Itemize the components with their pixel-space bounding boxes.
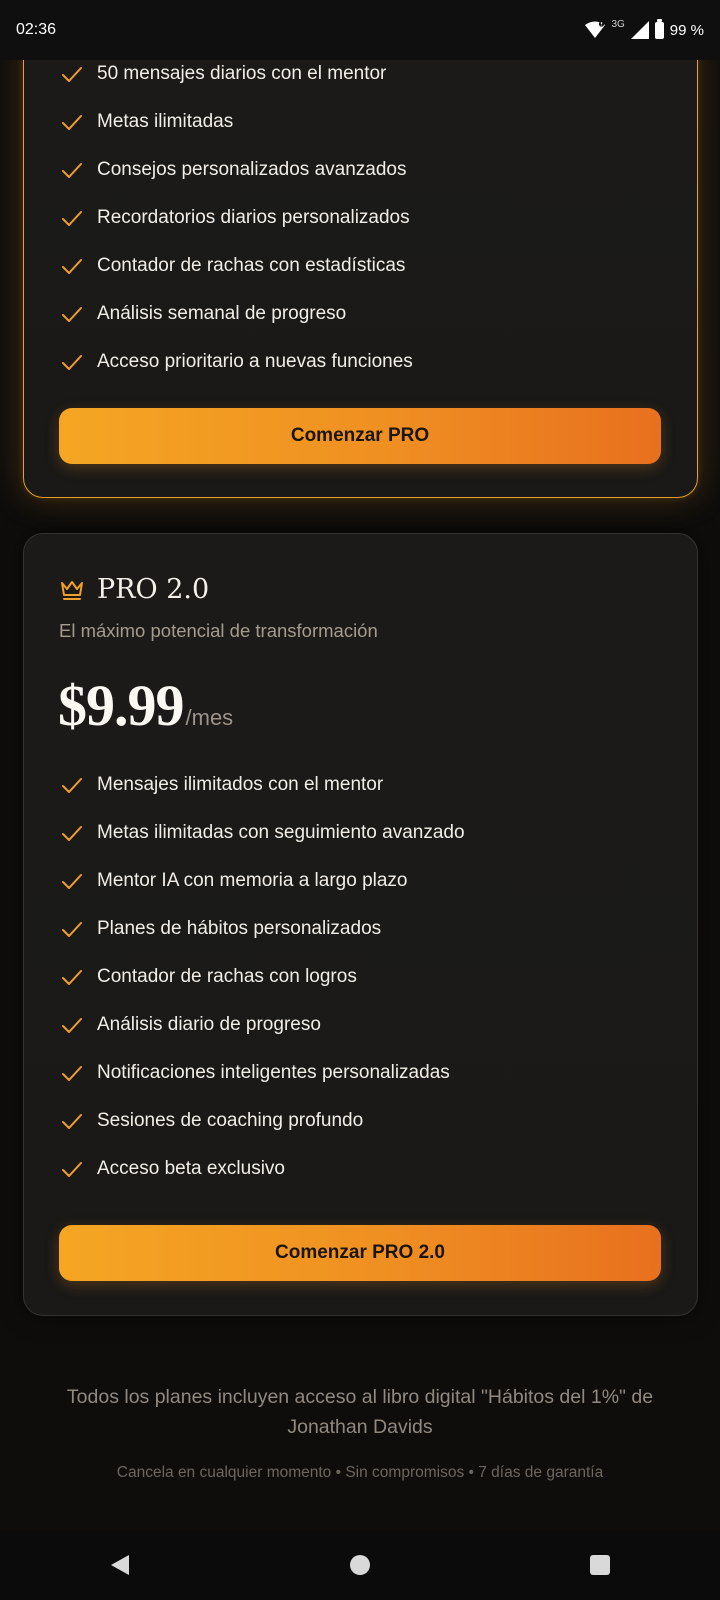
home-circle-icon xyxy=(350,1555,370,1575)
system-nav-bar xyxy=(0,1530,720,1600)
status-icons: 3G 99 % xyxy=(585,18,704,39)
feature-item: Metas ilimitadas xyxy=(60,98,413,146)
feature-item: Sesiones de coaching profundo xyxy=(60,1097,465,1145)
feature-label: Contador de rachas con estadísticas xyxy=(97,255,406,276)
check-icon xyxy=(62,1018,82,1033)
check-icon xyxy=(62,922,82,937)
feature-label: 50 mensajes diarios con el mentor xyxy=(97,63,387,84)
network-type: 3G xyxy=(611,18,625,30)
status-time: 02:36 xyxy=(16,21,57,38)
check-icon xyxy=(62,1162,82,1177)
feature-label: Sesiones de coaching profundo xyxy=(97,1110,364,1131)
start-pro-button[interactable]: Comenzar PRO xyxy=(59,408,661,464)
feature-item: Contador de rachas con estadísticas xyxy=(60,242,413,290)
home-button[interactable] xyxy=(330,1535,390,1595)
check-icon xyxy=(62,355,82,370)
feature-item: Planes de hábitos personalizados xyxy=(60,905,465,953)
check-icon xyxy=(62,1114,82,1129)
check-icon xyxy=(62,163,82,178)
feature-label: Metas ilimitadas con seguimiento avanzad… xyxy=(97,822,465,843)
plan-header: PRO 2.0 xyxy=(59,574,209,605)
recents-square-icon xyxy=(590,1555,610,1575)
feature-label: Consejos personalizados avanzados xyxy=(97,159,407,180)
feature-item: Recordatorios diarios personalizados xyxy=(60,194,413,242)
feature-label: Análisis semanal de progreso xyxy=(97,303,347,324)
check-icon xyxy=(62,778,82,793)
signal-icon xyxy=(630,21,649,39)
feature-item: Acceso beta exclusivo xyxy=(60,1145,465,1193)
feature-label: Mensajes ilimitados con el mentor xyxy=(97,774,384,795)
back-triangle-icon xyxy=(111,1555,129,1575)
check-icon xyxy=(62,1066,82,1081)
feature-label: Acceso prioritario a nuevas funciones xyxy=(97,351,413,372)
status-bar: 02:36 3G 99 % xyxy=(0,0,720,60)
check-icon xyxy=(62,115,82,130)
plan-name: PRO 2.0 xyxy=(97,574,210,605)
plans-footer-terms: Cancela en cualquier momento • Sin compr… xyxy=(116,1464,604,1481)
feature-label: Acceso beta exclusivo xyxy=(97,1158,285,1179)
feature-item: Metas ilimitadas con seguimiento avanzad… xyxy=(60,809,465,857)
feature-item: Análisis semanal de progreso xyxy=(60,290,413,338)
check-icon xyxy=(62,826,82,841)
check-icon xyxy=(62,259,82,274)
plan-subtitle: El máximo potencial de transformación xyxy=(59,620,378,641)
plans-footer-note: Todos los planes incluyen acceso al libr… xyxy=(66,1386,654,1438)
feature-label: Metas ilimitadas xyxy=(97,111,234,132)
check-icon xyxy=(62,970,82,985)
check-icon xyxy=(62,874,82,889)
feature-label: Análisis diario de progreso xyxy=(97,1014,321,1035)
price-period: /mes xyxy=(185,705,234,730)
check-icon xyxy=(62,67,82,82)
feature-item: Contador de rachas con logros xyxy=(60,953,465,1001)
check-icon xyxy=(62,211,82,226)
price-row: $9.99 /mes xyxy=(58,672,233,739)
feature-item: Mensajes ilimitados con el mentor xyxy=(60,761,465,809)
feature-label: Notificaciones inteligentes personalizad… xyxy=(97,1062,450,1083)
check-icon xyxy=(62,307,82,322)
feature-item: Consejos personalizados avanzados xyxy=(60,146,413,194)
feature-label: Planes de hábitos personalizados xyxy=(97,918,382,939)
feature-label: Contador de rachas con logros xyxy=(97,966,357,987)
recents-button[interactable] xyxy=(570,1535,630,1595)
wifi-icon xyxy=(585,21,606,38)
battery-percent: 99 % xyxy=(669,21,704,39)
feature-label: Recordatorios diarios personalizados xyxy=(97,207,410,228)
feature-label: Mentor IA con memoria a largo plazo xyxy=(97,870,408,891)
start-pro2-button[interactable]: Comenzar PRO 2.0 xyxy=(59,1225,661,1281)
feature-item: Acceso prioritario a nuevas funciones xyxy=(60,338,413,386)
plan-card-pro2: PRO 2.0 El máximo potencial de transform… xyxy=(23,533,698,1316)
pro2-feature-list: Mensajes ilimitados con el mentor Metas i… xyxy=(60,761,465,1193)
feature-item: Análisis diario de progreso xyxy=(60,1001,465,1049)
plan-price: $9.99 xyxy=(58,673,184,738)
crown-icon xyxy=(61,580,83,600)
plan-card-pro: 50 mensajes diarios con el mentor Metas i… xyxy=(23,0,698,498)
feature-item: Mentor IA con memoria a largo plazo xyxy=(60,857,465,905)
pro-feature-list: 50 mensajes diarios con el mentor Metas i… xyxy=(60,50,413,386)
battery-icon xyxy=(654,18,664,39)
feature-item: Notificaciones inteligentes personalizad… xyxy=(60,1049,465,1097)
back-button[interactable] xyxy=(90,1535,150,1595)
